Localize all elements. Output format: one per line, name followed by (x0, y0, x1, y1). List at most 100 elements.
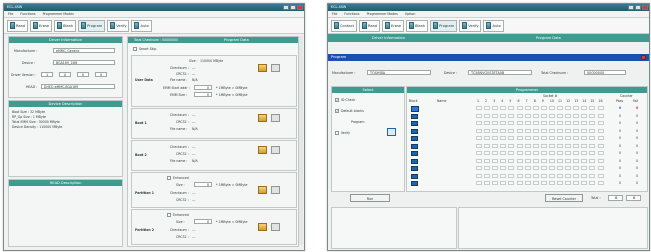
menu-programmer-modes[interactable]: Programmer Modes (43, 11, 74, 17)
socket-cell[interactable] (597, 158, 604, 163)
socket-cell[interactable] (516, 121, 523, 125)
socket-cell[interactable] (589, 106, 596, 110)
verify-checkbox[interactable] (335, 131, 339, 135)
socket-cell[interactable] (492, 106, 499, 110)
block-icon[interactable] (411, 181, 418, 186)
socket-cell[interactable] (500, 143, 507, 148)
socket-cell[interactable] (597, 113, 604, 118)
socket-cell[interactable] (557, 113, 563, 118)
blank-button[interactable]: Blank (54, 19, 77, 32)
maximize-icon[interactable] (635, 5, 641, 10)
open-file-icon[interactable] (258, 186, 267, 194)
socket-cell[interactable] (540, 143, 547, 148)
socket-cell[interactable] (516, 181, 523, 185)
socket-cell[interactable] (476, 166, 482, 170)
socket-cell[interactable] (524, 113, 531, 118)
block-icon[interactable] (411, 173, 418, 179)
block-icon[interactable] (411, 121, 418, 126)
driver-info-tab[interactable]: Driver Information (372, 36, 405, 40)
socket-cell[interactable] (540, 173, 547, 178)
erase-button[interactable]: Erase (382, 19, 405, 32)
program-button[interactable]: Program (430, 19, 458, 32)
socket-cell[interactable] (516, 128, 523, 133)
socket-cell[interactable] (532, 121, 539, 125)
socket-cell[interactable] (524, 136, 531, 140)
socket-cell[interactable] (508, 158, 515, 163)
socket-cell[interactable] (508, 181, 515, 185)
socket-cell[interactable] (581, 181, 588, 185)
socket-cell[interactable] (548, 151, 555, 155)
socket-cell[interactable] (476, 181, 482, 185)
socket-cell[interactable] (524, 158, 531, 163)
socket-cell[interactable] (500, 181, 507, 185)
socket-cell[interactable] (597, 143, 604, 148)
clear-file-icon[interactable] (271, 186, 280, 194)
auto-button[interactable]: Auto (483, 19, 504, 32)
socket-cell[interactable] (484, 106, 491, 110)
socket-cell[interactable] (516, 166, 523, 170)
socket-cell[interactable] (508, 151, 515, 155)
socket-cell[interactable] (476, 143, 482, 148)
program-button[interactable]: Program (78, 19, 106, 32)
id-check-checkbox[interactable]: ✓ (335, 98, 339, 102)
default-blocks-checkbox[interactable]: ✓ (335, 109, 339, 113)
socket-cell[interactable] (524, 151, 531, 155)
socket-cell[interactable] (492, 173, 499, 178)
socket-cell[interactable] (532, 181, 539, 185)
partition2-enhanced-checkbox[interactable] (167, 213, 171, 217)
socket-cell[interactable] (557, 158, 563, 163)
socket-cell[interactable] (557, 121, 563, 125)
socket-cell[interactable] (581, 173, 588, 178)
socket-cell[interactable] (516, 151, 523, 155)
socket-cell[interactable] (581, 158, 588, 163)
socket-cell[interactable] (476, 128, 482, 133)
socket-cell[interactable] (597, 166, 604, 170)
socket-cell[interactable] (597, 173, 604, 178)
block-icon[interactable] (411, 128, 418, 134)
block-icon[interactable] (411, 151, 418, 156)
socket-cell[interactable] (597, 136, 604, 140)
socket-cell[interactable] (557, 106, 563, 110)
socket-cell[interactable] (500, 151, 507, 155)
reset-counter-button[interactable]: Reset Counter (545, 194, 583, 202)
socket-cell[interactable] (540, 113, 547, 118)
socket-cell[interactable] (540, 166, 547, 170)
socket-cell[interactable] (500, 173, 507, 178)
emm-size-field[interactable]: 0 (194, 92, 212, 97)
socket-cell[interactable] (492, 151, 499, 155)
clear-file-icon[interactable] (271, 223, 280, 231)
socket-cell[interactable] (565, 128, 572, 133)
socket-cell[interactable] (508, 143, 515, 148)
socket-cell[interactable] (581, 121, 588, 125)
open-file-icon[interactable] (258, 64, 267, 72)
socket-cell[interactable] (565, 106, 572, 110)
verify-button[interactable]: Verify (459, 19, 482, 32)
socket-cell[interactable] (573, 181, 580, 185)
socket-cell[interactable] (516, 113, 523, 118)
socket-cell[interactable] (540, 121, 547, 125)
left-scrollbar[interactable] (298, 36, 303, 245)
socket-cell[interactable] (540, 128, 547, 133)
socket-cell[interactable] (540, 106, 547, 110)
socket-cell[interactable] (548, 143, 555, 148)
socket-cell[interactable] (516, 158, 523, 163)
socket-cell[interactable] (589, 158, 596, 163)
socket-cell[interactable] (589, 143, 596, 148)
socket-cell[interactable] (500, 166, 507, 170)
socket-cell[interactable] (565, 173, 572, 178)
menu-file[interactable]: File (332, 11, 337, 17)
socket-cell[interactable] (573, 151, 580, 155)
socket-cell[interactable] (476, 113, 482, 118)
socket-cell[interactable] (492, 181, 499, 185)
close-icon[interactable] (641, 55, 646, 60)
socket-cell[interactable] (476, 151, 482, 155)
socket-cell[interactable] (565, 136, 572, 140)
block-icon[interactable] (411, 106, 419, 112)
socket-cell[interactable] (524, 106, 531, 110)
socket-cell[interactable] (597, 181, 604, 185)
socket-cell[interactable] (540, 158, 547, 163)
partition1-enhanced-checkbox[interactable] (167, 176, 171, 180)
socket-cell[interactable] (508, 166, 515, 170)
block-icon[interactable] (411, 166, 418, 171)
socket-cell[interactable] (581, 151, 588, 155)
